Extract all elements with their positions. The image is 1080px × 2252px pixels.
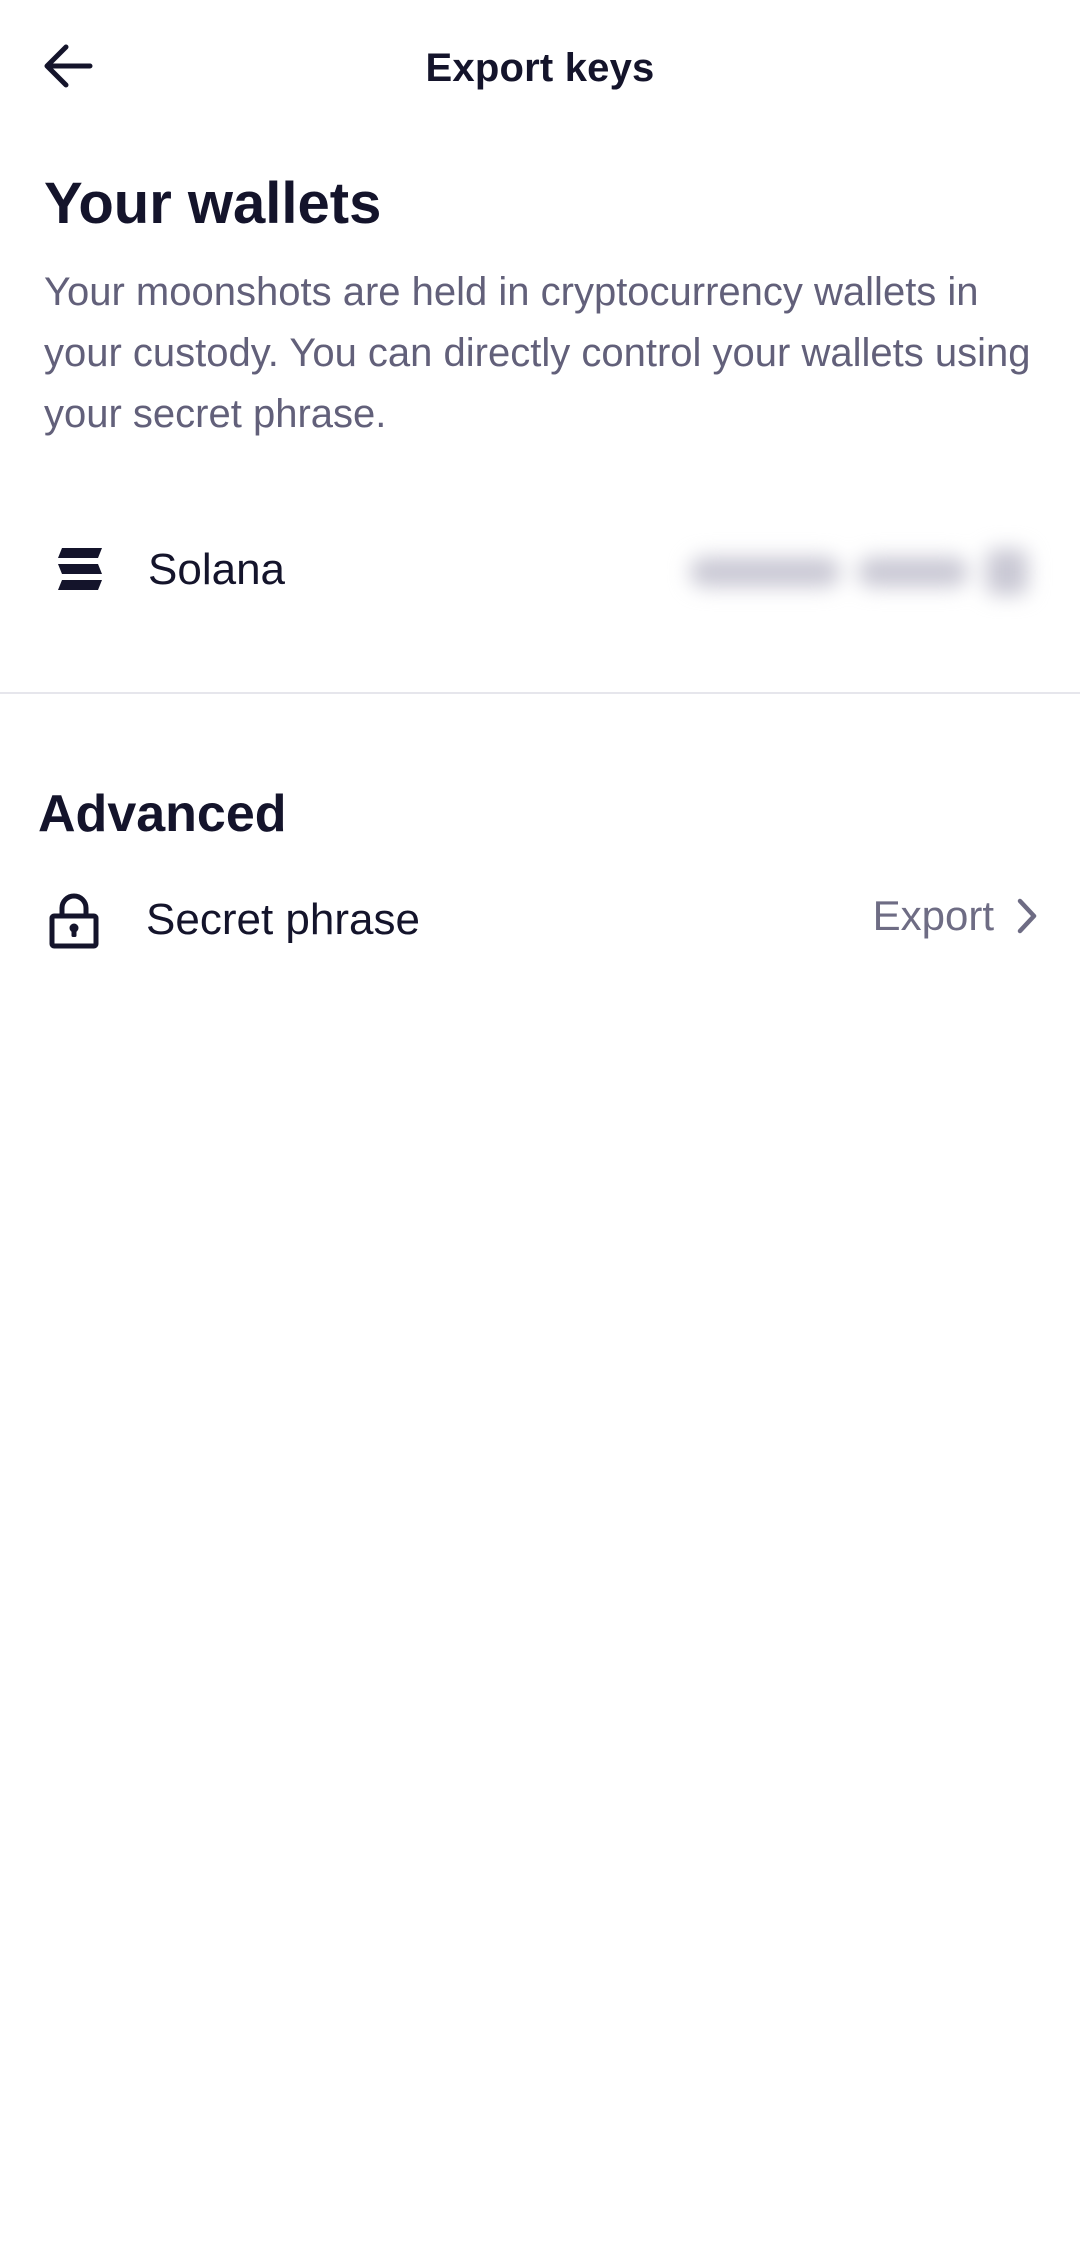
chevron-right-icon [1017, 898, 1037, 934]
address-blur-segment [858, 557, 968, 587]
wallet-row-solana[interactable]: Solana [0, 520, 1080, 620]
wallet-address-redacted[interactable] [690, 546, 1040, 598]
export-label: Export [872, 892, 994, 939]
copy-icon [986, 549, 1028, 595]
wallets-description: Your moonshots are held in cryptocurrenc… [44, 270, 1031, 436]
secret-phrase-label: Secret phrase [146, 895, 420, 944]
wallets-heading: Your wallets [44, 171, 382, 236]
secret-phrase-row[interactable]: Secret phrase Export [0, 870, 1080, 970]
address-blur-segment [690, 557, 840, 587]
lock-icon [49, 893, 99, 949]
page-title: Export keys [425, 46, 655, 90]
top-bar: Export keys [0, 0, 1080, 140]
export-secret-phrase-button[interactable]: Export [873, 886, 1040, 946]
solana-icon [58, 548, 102, 590]
advanced-heading: Advanced [38, 785, 287, 843]
wallet-name: Solana [148, 545, 286, 594]
section-divider [0, 692, 1080, 694]
